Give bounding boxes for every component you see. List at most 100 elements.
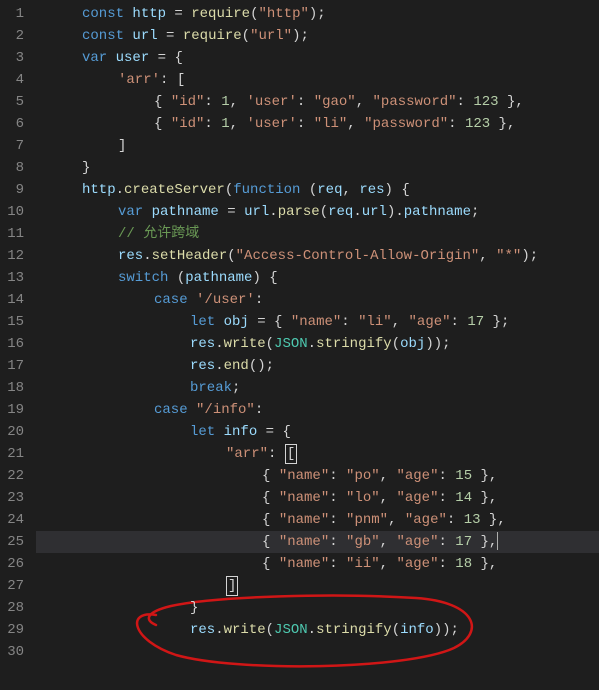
code-line[interactable]: break;	[36, 377, 599, 399]
token-var: http	[132, 6, 166, 22]
code-line[interactable]: switch (pathname) {	[36, 267, 599, 289]
line-number: 22	[0, 465, 24, 487]
token-pn: ();	[249, 358, 274, 374]
token-pn: :	[438, 556, 455, 572]
line-number: 16	[0, 333, 24, 355]
token-pn: :	[329, 512, 346, 528]
code-line[interactable]: ]	[36, 135, 599, 157]
token-pn	[143, 204, 151, 220]
token-pn: {	[154, 116, 171, 132]
token-pn: },	[472, 534, 497, 550]
code-line[interactable]: var pathname = url.parse(req.url).pathna…	[36, 201, 599, 223]
token-pn: ,	[388, 512, 405, 528]
token-var: res	[359, 182, 384, 198]
code-line[interactable]: res.write(JSON.stringify(info));	[36, 619, 599, 641]
code-line[interactable]: }	[36, 597, 599, 619]
token-pn: : [	[160, 72, 185, 88]
token-pn: ,	[479, 248, 496, 264]
bracket-match-highlight: [	[285, 444, 297, 464]
code-area[interactable]: const http = require("http");const url =…	[36, 0, 599, 690]
token-pn: {	[262, 556, 279, 572]
code-line[interactable]: var user = {	[36, 47, 599, 69]
code-line[interactable]: { "name": "pnm", "age": 13 },	[36, 509, 599, 531]
token-pn: :	[451, 314, 468, 330]
token-fn: createServer	[124, 182, 225, 198]
token-fn: end	[224, 358, 249, 374]
token-pn: (	[225, 182, 233, 198]
token-pn: :	[297, 116, 314, 132]
code-editor[interactable]: 1234567891011121314151617181920212223242…	[0, 0, 599, 690]
token-pn: =	[158, 28, 183, 44]
code-line[interactable]: case "/info":	[36, 399, 599, 421]
token-pn: :	[329, 556, 346, 572]
token-pn: ,	[392, 314, 409, 330]
token-kw: switch	[118, 270, 168, 286]
token-pn: :	[255, 402, 263, 418]
token-fn: setHeader	[152, 248, 228, 264]
token-str: "age"	[396, 468, 438, 484]
line-number: 20	[0, 421, 24, 443]
code-line[interactable]: res.end();	[36, 355, 599, 377]
token-var: req	[328, 204, 353, 220]
line-number: 14	[0, 289, 24, 311]
code-line[interactable]: { "name": "gb", "age": 17 },	[36, 531, 599, 553]
code-line[interactable]: { "name": "lo", "age": 14 },	[36, 487, 599, 509]
token-pn: .	[269, 204, 277, 220]
token-kw: const	[82, 28, 124, 44]
code-line[interactable]: { "name": "po", "age": 15 },	[36, 465, 599, 487]
token-pn: ,	[356, 94, 373, 110]
token-pn: (	[266, 622, 274, 638]
code-line[interactable]: }	[36, 157, 599, 179]
token-num: 1	[221, 94, 229, 110]
code-line[interactable]: 'arr': [	[36, 69, 599, 91]
code-line[interactable]: res.setHeader("Access-Control-Allow-Orig…	[36, 245, 599, 267]
token-var: url	[244, 204, 269, 220]
code-line[interactable]: { "id": 1, 'user': "gao", "password": 12…	[36, 91, 599, 113]
token-pn: .	[215, 622, 223, 638]
token-str: "pnm"	[346, 512, 388, 528]
token-num: 123	[473, 94, 498, 110]
code-line[interactable]: { "name": "ii", "age": 18 },	[36, 553, 599, 575]
code-line[interactable]: case '/user':	[36, 289, 599, 311]
code-line[interactable]	[36, 641, 599, 663]
token-fn: stringify	[316, 622, 392, 638]
code-line[interactable]: let obj = { "name": "li", "age": 17 };	[36, 311, 599, 333]
token-pn: {	[262, 468, 279, 484]
token-str: "name"	[279, 512, 329, 528]
token-str: "id"	[171, 94, 205, 110]
code-line[interactable]: const url = require("url");	[36, 25, 599, 47]
token-str: "id"	[171, 116, 205, 132]
code-line[interactable]: { "id": 1, 'user': "li", "password": 123…	[36, 113, 599, 135]
line-number: 21	[0, 443, 24, 465]
token-fn: write	[224, 622, 266, 638]
token-pn: ,	[380, 534, 397, 550]
token-str: "*"	[496, 248, 521, 264]
code-line[interactable]: ]	[36, 575, 599, 597]
code-line[interactable]: "arr": [	[36, 443, 599, 465]
token-var: pathname	[404, 204, 471, 220]
token-str: "arr"	[226, 446, 268, 462]
token-pn: :	[438, 490, 455, 506]
code-line[interactable]: http.createServer(function (req, res) {	[36, 179, 599, 201]
token-kw: case	[154, 292, 188, 308]
token-pn: },	[481, 512, 506, 528]
token-pn: :	[329, 490, 346, 506]
line-number: 26	[0, 553, 24, 575]
token-pn: (	[392, 336, 400, 352]
token-pn: :	[438, 468, 455, 484]
code-line[interactable]: let info = {	[36, 421, 599, 443]
code-line[interactable]: // 允许跨域	[36, 223, 599, 245]
token-var: pathname	[185, 270, 252, 286]
token-num: 1	[221, 116, 229, 132]
token-var: res	[190, 336, 215, 352]
token-pn: ,	[230, 116, 247, 132]
line-number: 1	[0, 3, 24, 25]
code-line[interactable]: const http = require("http");	[36, 3, 599, 25]
code-line[interactable]: res.write(JSON.stringify(obj));	[36, 333, 599, 355]
line-number: 6	[0, 113, 24, 135]
token-pn: =	[219, 204, 244, 220]
token-str: "Access-Control-Allow-Origin"	[236, 248, 480, 264]
token-str: 'user'	[246, 116, 296, 132]
token-kw: const	[82, 6, 124, 22]
token-pn: ) {	[385, 182, 410, 198]
